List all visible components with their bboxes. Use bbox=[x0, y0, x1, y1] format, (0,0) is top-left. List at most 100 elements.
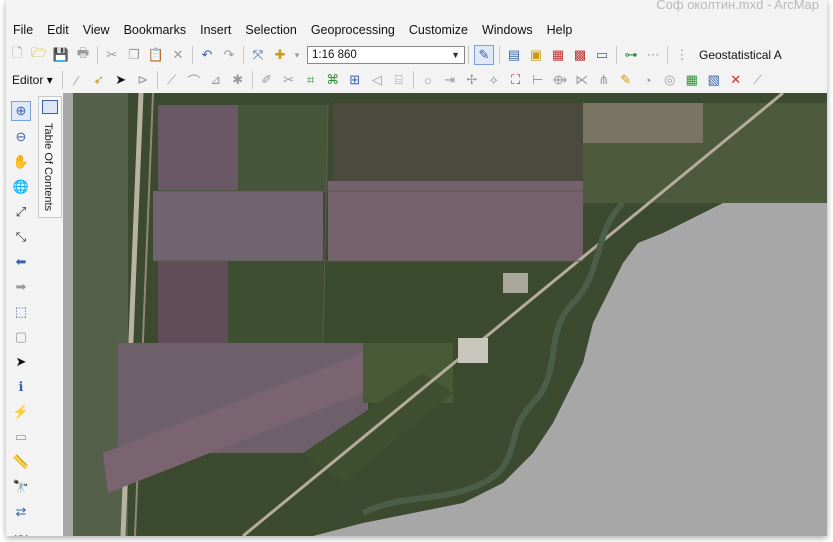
python-window-icon[interactable]: ▭ bbox=[593, 46, 611, 64]
new-document-icon[interactable]: 🗋 bbox=[8, 45, 26, 64]
point-tool-icon[interactable]: ✢ bbox=[463, 71, 481, 89]
sketch-properties-icon[interactable]: ◁ bbox=[368, 71, 386, 89]
create-features-icon[interactable]: ⌸ bbox=[390, 71, 408, 89]
add-data-dropdown-icon[interactable]: ▾ bbox=[293, 46, 301, 64]
copy-icon[interactable]: ❐ bbox=[125, 46, 143, 64]
generalize-icon[interactable]: ⋔ bbox=[595, 71, 613, 89]
menu-help[interactable]: Help bbox=[540, 23, 580, 37]
toolbar-separator bbox=[156, 71, 158, 89]
measure-icon[interactable]: 📏 bbox=[12, 453, 30, 471]
model-builder-icon[interactable]: ⊶ bbox=[622, 46, 640, 64]
toolbar-grip-icon: ⋯ bbox=[646, 47, 660, 62]
tools-toolbar: ⊕ ⊖ ✋ 🌐 ⤢ ⤡ ⬅ ➡ ⬚ ▢ ➤ ℹ ⚡ ▭ 📏 🔭 ⇄ xy bbox=[6, 96, 36, 536]
hyperlink-icon[interactable]: ⚡ bbox=[12, 403, 30, 421]
map-scale-combo[interactable]: 1:16 860 ▼ bbox=[307, 46, 465, 64]
zoom-in-icon[interactable]: ⊕ bbox=[11, 101, 31, 121]
menu-customize[interactable]: Customize bbox=[402, 23, 475, 37]
find-icon[interactable]: 🔭 bbox=[12, 478, 30, 496]
delete-icon[interactable]: ✕ bbox=[169, 46, 187, 64]
search-window-icon[interactable]: ▦ bbox=[549, 46, 567, 64]
grid-snap-icon[interactable]: ▦ bbox=[683, 71, 701, 89]
table-of-contents-tab-icon bbox=[42, 100, 58, 114]
clear-selection-icon[interactable]: ▢ bbox=[12, 328, 30, 346]
pan-icon[interactable]: ✋ bbox=[12, 153, 30, 171]
editor-menu-button[interactable]: Editor ▾ bbox=[12, 73, 53, 87]
extend-icon[interactable]: ⟴ bbox=[551, 71, 569, 89]
select-features-icon[interactable]: ⬚ bbox=[12, 303, 30, 321]
align-edge-icon[interactable]: ⊢ bbox=[529, 71, 547, 89]
vertex-tool-icon[interactable]: ⟡ bbox=[485, 71, 503, 89]
map-scale-value: 1:16 860 bbox=[312, 49, 357, 61]
table-of-contents-tab[interactable]: Table Of Contents bbox=[38, 96, 62, 218]
back-extent-icon[interactable]: ⬅ bbox=[12, 253, 30, 271]
full-extent-globe-icon[interactable]: 🌐 bbox=[12, 178, 30, 196]
split-icon[interactable]: ✂ bbox=[280, 71, 298, 89]
find-route-icon[interactable]: ⇄ bbox=[12, 503, 30, 521]
title-bar: Соф околтин.mxd - ArcMap bbox=[6, 0, 827, 18]
save-icon[interactable]: 💾 bbox=[52, 46, 70, 64]
sketch-tool-icon[interactable]: ⟋ bbox=[749, 71, 767, 89]
move-icon[interactable]: ⇥ bbox=[441, 71, 459, 89]
fixed-zoom-out-icon[interactable]: ⤡ bbox=[12, 228, 30, 246]
geostatistical-analyst-label[interactable]: Geostatistical A bbox=[699, 48, 782, 62]
edit-tool-icon[interactable]: ∕ bbox=[68, 71, 86, 89]
reshape-icon[interactable]: ⌗ bbox=[302, 71, 320, 89]
toolbar-separator bbox=[616, 46, 617, 64]
toolbar-handle-icon[interactable]: ⋮ bbox=[673, 46, 691, 64]
table-of-contents-icon[interactable]: ▤ bbox=[505, 46, 523, 64]
fixed-zoom-in-icon[interactable]: ⤢ bbox=[12, 203, 30, 221]
menu-windows[interactable]: Windows bbox=[475, 23, 540, 37]
edit-pencil-icon[interactable]: ✎ bbox=[617, 71, 635, 89]
arctoolbox-icon[interactable]: ▩ bbox=[571, 46, 589, 64]
delete-vertex-icon[interactable]: ✕ bbox=[727, 71, 745, 89]
edit-vertices-icon[interactable]: ⊳ bbox=[134, 71, 152, 89]
undo-icon[interactable]: ↶ bbox=[198, 46, 216, 64]
print-icon[interactable]: 🖶 bbox=[74, 45, 92, 64]
toolbar-separator bbox=[61, 71, 63, 89]
arc-segment-icon[interactable]: ⌒ bbox=[185, 71, 203, 89]
forward-extent-icon[interactable]: ➡ bbox=[12, 278, 30, 296]
smooth-icon[interactable]: ◔ bbox=[639, 71, 657, 89]
redo-icon[interactable]: ↷ bbox=[220, 46, 238, 64]
aerial-imagery bbox=[63, 93, 827, 536]
catalog-icon[interactable]: ▣ bbox=[527, 46, 545, 64]
add-data-icon[interactable]: ✚ bbox=[271, 46, 289, 64]
attributes-icon[interactable]: ⊞ bbox=[346, 71, 364, 89]
identify-icon[interactable]: ℹ bbox=[12, 378, 30, 396]
toolbar-separator bbox=[412, 71, 414, 89]
html-popup-icon[interactable]: ▭ bbox=[12, 428, 30, 446]
select-elements-icon[interactable]: ➤ bbox=[12, 353, 30, 371]
pointer-icon[interactable]: ➤ bbox=[112, 71, 130, 89]
select-vertex-icon[interactable]: ⛶ bbox=[507, 71, 525, 89]
trim-icon[interactable]: ⋉ bbox=[573, 71, 591, 89]
toolbar-separator bbox=[667, 46, 668, 64]
topology-icon[interactable]: ⌘ bbox=[324, 71, 342, 89]
menu-geoprocessing[interactable]: Geoprocessing bbox=[304, 23, 402, 37]
map-display[interactable] bbox=[63, 93, 827, 536]
paste-icon[interactable]: 📋 bbox=[147, 46, 165, 64]
menu-view[interactable]: View bbox=[76, 23, 117, 37]
menu-insert[interactable]: Insert bbox=[193, 23, 238, 37]
open-folder-icon[interactable]: 🗁 bbox=[30, 45, 48, 64]
editor-toolbar: Editor ▾ ∕ ➶ ➤ ⊳ ⟋ ⌒ ⊿ ✱ ✐ ✂ ⌗ ⌘ ⊞ ◁ ⌸ ○… bbox=[6, 68, 827, 92]
toolbar-separator bbox=[243, 46, 244, 64]
editor-toolbar-icon[interactable]: ✎ bbox=[474, 45, 494, 65]
construction-tools-icon[interactable]: ⊿ bbox=[207, 71, 225, 89]
menu-file[interactable]: File bbox=[6, 23, 40, 37]
georeference-icon[interactable]: ▧ bbox=[705, 71, 723, 89]
buffer-icon[interactable]: ◎ bbox=[661, 71, 679, 89]
cut-polygon-icon[interactable]: ✐ bbox=[258, 71, 276, 89]
full-extent-icon[interactable]: ⤧ bbox=[249, 46, 267, 64]
midpoint-icon[interactable]: ✱ bbox=[229, 71, 247, 89]
window-title: Соф околтин.mxd - ArcMap bbox=[656, 0, 819, 12]
menu-bookmarks[interactable]: Bookmarks bbox=[117, 23, 194, 37]
cut-icon[interactable]: ✂ bbox=[103, 46, 121, 64]
zoom-out-icon[interactable]: ⊖ bbox=[12, 128, 30, 146]
go-to-xy-icon[interactable]: xy bbox=[12, 528, 30, 537]
chevron-down-icon[interactable]: ▼ bbox=[451, 50, 460, 60]
circle-tool-icon[interactable]: ○ bbox=[419, 71, 437, 89]
menu-selection[interactable]: Selection bbox=[238, 23, 303, 37]
edit-annotation-icon[interactable]: ➶ bbox=[90, 71, 108, 89]
straight-segment-icon[interactable]: ⟋ bbox=[163, 71, 181, 89]
menu-edit[interactable]: Edit bbox=[40, 23, 76, 37]
